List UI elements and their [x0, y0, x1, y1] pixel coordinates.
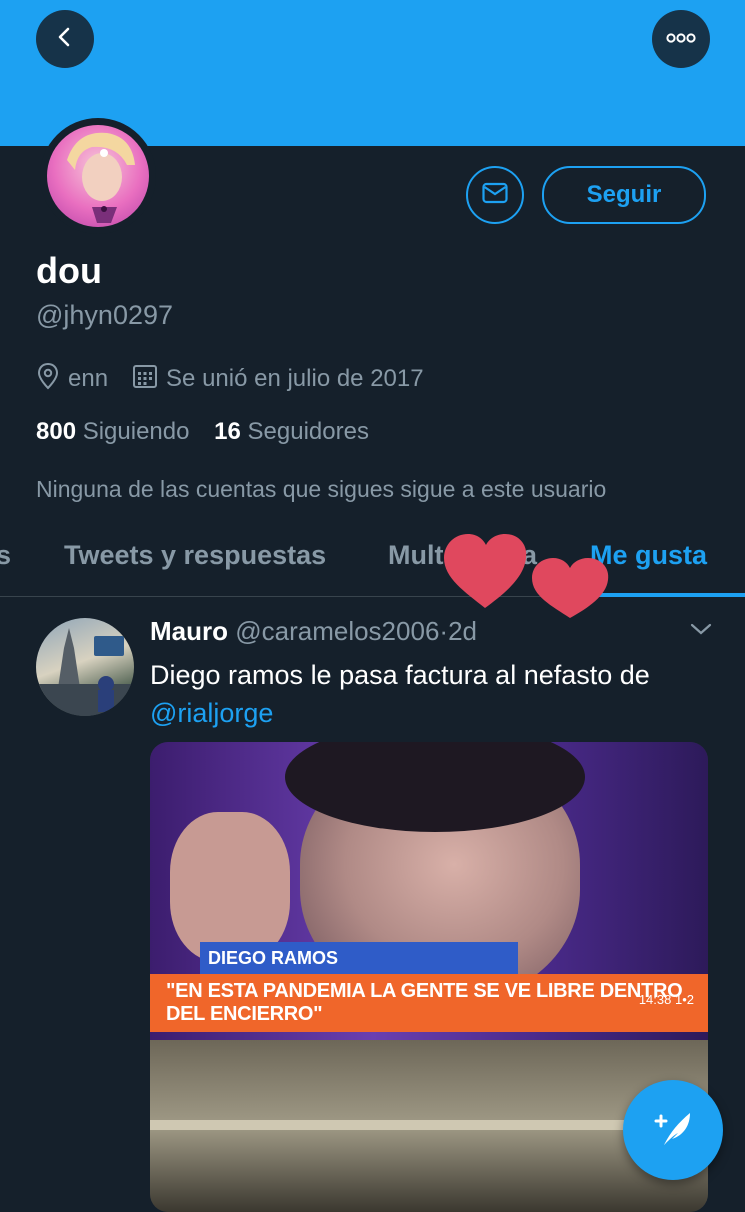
location-text: enn: [68, 365, 109, 392]
tweet-author-name[interactable]: Mauro: [150, 616, 228, 646]
join-date-text: Se unió en julio de 2017: [166, 365, 424, 392]
followers-link[interactable]: 16 Seguidores: [214, 418, 369, 445]
calendar-icon: [132, 363, 166, 396]
location: enn: [36, 362, 108, 397]
join-date: Se unió en julio de 2017: [132, 363, 424, 396]
broadcast-clock: 14:38 1•2: [638, 992, 694, 1007]
tweet-text: Diego ramos le pasa factura al nefasto d…: [150, 656, 720, 732]
heart-icon: [532, 558, 609, 618]
lower-third-name: DIEGO RAMOS: [200, 942, 518, 974]
heart-icon: [444, 534, 527, 608]
more-options-button[interactable]: [652, 10, 710, 68]
profile-avatar[interactable]: [40, 118, 156, 234]
tweet-author-avatar[interactable]: [36, 618, 134, 716]
separator: ·: [439, 616, 449, 646]
tweet-mention-link[interactable]: @rialjorge: [150, 694, 720, 732]
person-hand: [170, 812, 290, 962]
more-dots-icon: [666, 30, 696, 48]
profile-name: dou: [36, 250, 102, 291]
back-button[interactable]: [36, 10, 94, 68]
profile-tabs: s Tweets y respuestas Mult a Me gusta: [0, 520, 745, 597]
tweet-author-handle[interactable]: @caramelos2006: [235, 616, 439, 646]
profile-meta: enn Se unió en julio de 2017: [36, 362, 448, 396]
mutual-followers-note: Ninguna de las cuentas que sigues sigue …: [36, 476, 607, 502]
tab-media-prefix[interactable]: Mult: [388, 540, 443, 571]
tab-tweets[interactable]: s: [0, 540, 11, 571]
location-pin-icon: [36, 362, 68, 397]
message-button[interactable]: [466, 166, 524, 224]
compose-tweet-button[interactable]: [623, 1080, 723, 1180]
following-link[interactable]: 800 Siguiendo: [36, 418, 189, 445]
tab-tweets-replies[interactable]: Tweets y respuestas: [64, 540, 326, 571]
avatar-image: [47, 125, 149, 227]
tweet-body: Diego ramos le pasa factura al nefasto d…: [150, 660, 650, 690]
chevron-down-icon[interactable]: [690, 622, 712, 641]
mail-icon: [482, 182, 508, 209]
compose-feather-icon: [650, 1105, 696, 1156]
lower-third-quote: "EN ESTA PANDEMIA LA GENTE SE VE LIBRE D…: [150, 974, 708, 1032]
profile-handle: @jhyn0297: [36, 300, 174, 330]
follow-button[interactable]: Seguir: [542, 166, 706, 224]
video-frame: DIEGO RAMOS "EN ESTA PANDEMIA LA GENTE S…: [150, 742, 708, 1040]
follow-stats: 800 Siguiendo 16 Seguidores: [36, 418, 369, 446]
tweet-header: Mauro @caramelos2006·2d: [150, 616, 477, 647]
chevron-left-icon: [53, 25, 77, 54]
heart-stickers: [440, 530, 615, 625]
tweet-time: 2d: [448, 616, 477, 646]
